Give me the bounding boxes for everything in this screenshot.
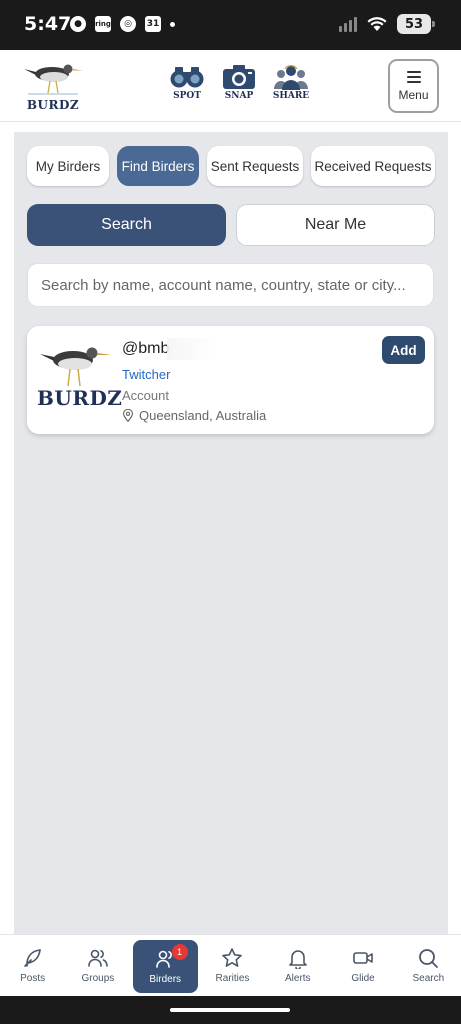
nav-groups[interactable]: Groups: [65, 935, 130, 996]
chat-icon: ●: [70, 16, 86, 32]
menu-button[interactable]: Menu: [388, 59, 439, 113]
birders-panel: My Birders Find Birders Sent Requests Re…: [14, 132, 448, 934]
wifi-icon: [367, 17, 387, 31]
nav-search-label: Search: [412, 973, 445, 984]
nav-groups-label: Groups: [81, 973, 115, 984]
status-bar: 5:47 ● ring ◎ 31 53: [0, 0, 461, 50]
bell-icon: [288, 950, 307, 969]
share-nav-button[interactable]: SHARE: [272, 64, 310, 101]
notification-icons: ● ring ◎ 31: [70, 16, 175, 32]
home-indicator-area: [0, 996, 461, 1024]
groups-icon: [88, 949, 108, 967]
logo-text: BURDZ: [26, 98, 80, 112]
tab-received-requests[interactable]: Received Requests: [311, 146, 435, 186]
status-time: 5:47: [24, 13, 72, 35]
binoculars-icon: [170, 67, 204, 88]
birder-search-input[interactable]: [27, 263, 434, 307]
search-mode-button[interactable]: Search: [27, 204, 226, 246]
main-content: My Birders Find Birders Sent Requests Re…: [0, 122, 461, 934]
hamburger-icon: [406, 70, 421, 83]
snap-nav-button[interactable]: SNAP: [220, 64, 258, 101]
video-icon: [353, 952, 373, 964]
avatar: BURDZ: [37, 342, 122, 412]
camera-icon: [223, 65, 255, 89]
near-me-button[interactable]: Near Me: [236, 204, 435, 246]
calendar-icon: 31: [145, 16, 161, 32]
birder-location-text: Queensland, Australia: [139, 408, 267, 423]
ring-app-icon: ring: [95, 16, 111, 32]
signal-icon: [339, 16, 357, 32]
birder-location: Queensland, Australia: [122, 408, 266, 423]
nav-glide-label: Glide: [351, 973, 375, 984]
snap-label: SNAP: [224, 91, 254, 101]
app-header: BURDZ SPOT SNAP SHARE Menu: [0, 50, 461, 122]
birders-tabs: My Birders Find Birders Sent Requests Re…: [27, 146, 435, 186]
header-nav: SPOT SNAP SHARE: [168, 64, 310, 101]
star-icon: [222, 948, 243, 967]
bottom-navigation: Posts Groups Birders 1 Rarities Alerts G…: [0, 934, 461, 996]
search-icon: [419, 949, 439, 968]
birder-account: Account: [122, 388, 169, 403]
avatar-logo-text: BURDZ: [37, 386, 123, 410]
nav-birders[interactable]: Birders 1: [132, 940, 198, 993]
nav-alerts-label: Alerts: [284, 973, 311, 984]
redacted-blur: [167, 338, 217, 360]
burdz-logo[interactable]: BURDZ: [22, 60, 84, 114]
bird-avatar-icon: [40, 347, 112, 387]
home-indicator[interactable]: [170, 1008, 290, 1012]
feather-icon: [23, 949, 41, 967]
more-notifications-dot-icon: [170, 21, 175, 27]
nav-alerts[interactable]: Alerts: [265, 935, 330, 996]
menu-label: Menu: [398, 87, 429, 102]
search-mode-toggle: Search Near Me: [27, 204, 435, 246]
birder-level-link[interactable]: Twitcher: [122, 367, 170, 382]
nav-rarities-label: Rarities: [215, 973, 250, 984]
add-birder-button[interactable]: Add: [382, 336, 425, 364]
location-pin-icon: [122, 409, 134, 422]
nav-posts[interactable]: Posts: [0, 935, 65, 996]
nav-rarities[interactable]: Rarities: [200, 935, 265, 996]
tab-sent-requests[interactable]: Sent Requests: [207, 146, 303, 186]
birder-result-card[interactable]: BURDZ @bmb Twitcher Account Queensland, …: [27, 326, 434, 434]
nav-glide[interactable]: Glide: [330, 935, 395, 996]
nav-posts-label: Posts: [20, 973, 46, 984]
people-icon: [274, 65, 308, 90]
chrome-icon: ◎: [120, 16, 136, 32]
birder-handle: @bmb: [122, 340, 170, 357]
spot-label: SPOT: [173, 91, 201, 101]
tab-find-birders[interactable]: Find Birders: [117, 146, 199, 186]
share-label: SHARE: [272, 91, 310, 101]
battery-indicator: 53: [397, 14, 435, 34]
spot-nav-button[interactable]: SPOT: [168, 64, 206, 101]
tab-my-birders[interactable]: My Birders: [27, 146, 109, 186]
notification-badge: 1: [171, 944, 188, 960]
nav-birders-label: Birders: [149, 974, 182, 985]
nav-search[interactable]: Search: [396, 935, 461, 996]
bird-logo-icon: [24, 64, 83, 95]
